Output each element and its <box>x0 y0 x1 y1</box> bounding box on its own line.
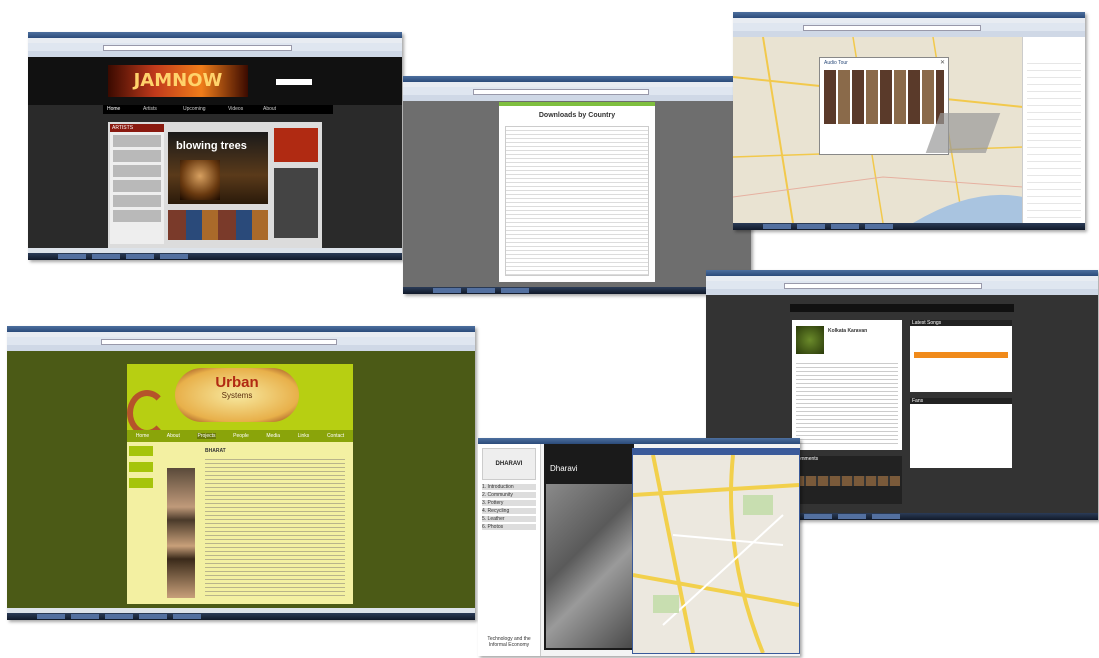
latest-songs-panel: Latest Songs <box>910 320 1012 392</box>
fans-panel: Fans <box>910 398 1012 468</box>
nav-about[interactable]: About <box>263 106 276 112</box>
body-text <box>205 456 345 596</box>
menu-people[interactable]: People <box>233 433 249 439</box>
comments-panel: Comments <box>792 456 902 504</box>
screenshot-urban: Urban Systems Home About Projects People… <box>7 326 475 620</box>
menu-links[interactable]: Links <box>298 433 310 439</box>
screenshot-dharavi: DHARAVI 1. Introduction 2. Community 3. … <box>478 438 800 656</box>
artist-photo <box>796 326 824 354</box>
footer-text: Technology and the Informal Economy <box>487 636 531 648</box>
dharavi-logo: DHARAVI <box>482 448 536 480</box>
left-menu-item[interactable] <box>129 446 153 456</box>
jamnow-content: ARTISTS blowing trees <box>108 122 322 248</box>
logo-systems-text: Systems <box>221 391 253 400</box>
menu-projects[interactable]: Projects <box>197 433 216 439</box>
search-box[interactable] <box>276 79 312 85</box>
tab-strip <box>706 289 1098 295</box>
thumbnail-strip <box>168 210 268 240</box>
sidebar-item[interactable]: 1. Introduction <box>482 484 536 490</box>
left-menu-item[interactable] <box>129 462 153 472</box>
screenshot-map: Audio Tour ✕ <box>733 12 1085 230</box>
page-title: Dharavi <box>550 464 578 473</box>
urban-menu: Home About Projects People Media Links C… <box>127 430 353 442</box>
sidebar-item[interactable]: 6. Photos <box>482 524 536 530</box>
artist-row[interactable] <box>113 165 161 177</box>
profile-nav <box>790 304 1014 312</box>
taskbar <box>7 613 475 620</box>
menu-about[interactable]: About <box>167 433 180 439</box>
song-highlight[interactable] <box>914 352 1008 358</box>
sidebar-item[interactable]: 4. Recycling <box>482 508 536 514</box>
nav-videos[interactable]: Videos <box>228 106 243 112</box>
tab-strip <box>7 345 475 351</box>
thumbnail-strip <box>794 476 900 486</box>
jamnow-header: JAMNOW <box>28 57 402 105</box>
nav-home[interactable]: Home <box>107 106 120 112</box>
left-menu <box>129 446 153 506</box>
artist-row[interactable] <box>113 195 161 207</box>
sidebar-item[interactable]: 2. Community <box>482 492 536 498</box>
street-map <box>633 455 799 653</box>
nav-artists[interactable]: Artists <box>143 106 157 112</box>
sidebar-item[interactable]: 3. Pottery <box>482 500 536 506</box>
menu-contact[interactable]: Contact <box>327 433 344 439</box>
urban-logo: Urban Systems <box>175 368 299 422</box>
profile-card: Kolkata Karavan <box>792 320 902 450</box>
bio-text <box>796 360 898 444</box>
logo-text: DHARAVI <box>495 461 523 467</box>
promo-box[interactable] <box>274 168 318 238</box>
promo-box[interactable] <box>274 128 318 162</box>
artist-row[interactable] <box>113 210 161 222</box>
artist-name: Kolkata Karavan <box>828 328 868 334</box>
artist-row[interactable] <box>113 150 161 162</box>
urban-page: Urban Systems Home About Projects People… <box>127 364 353 604</box>
dharavi-sidebar: DHARAVI 1. Introduction 2. Community 3. … <box>478 444 541 656</box>
report-title: Downloads by Country <box>538 112 616 119</box>
map-sidebar <box>1022 37 1085 223</box>
section-heading: BHARAT <box>205 448 226 454</box>
screenshot-jamnow: JAMNOW Home Artists Upcoming Videos Abou… <box>28 32 402 260</box>
feature-banner[interactable]: blowing trees <box>168 132 268 204</box>
panel-heading: Latest Songs <box>910 320 1012 326</box>
taskbar <box>403 287 751 294</box>
logo-urban-text: Urban <box>215 374 259 391</box>
jamnow-nav: Home Artists Upcoming Videos About <box>103 105 333 114</box>
panel-heading: Fans <box>910 398 1012 404</box>
urban-header: Urban Systems <box>127 364 353 436</box>
photo-grid <box>824 70 944 124</box>
report-page: Downloads by Country <box>499 102 655 282</box>
report-table <box>505 126 649 276</box>
tab-strip <box>403 95 751 101</box>
sidebar: ARTISTS <box>110 124 164 244</box>
urban-body: BHARAT <box>127 442 353 604</box>
sidebar-list <box>1027 57 1081 219</box>
panel-heading: Comments <box>794 456 819 462</box>
banner-text: blowing trees <box>176 140 247 152</box>
aerial-photo <box>546 484 632 648</box>
artist-row[interactable] <box>113 180 161 192</box>
map-canvas[interactable]: Audio Tour ✕ <box>733 37 1023 223</box>
map-window[interactable] <box>632 448 800 654</box>
popup-title: Audio Tour <box>824 60 848 66</box>
jamnow-logo: JAMNOW <box>108 65 248 97</box>
logo-text: JAMNOW <box>133 70 223 91</box>
nav-upcoming[interactable]: Upcoming <box>183 106 206 112</box>
guitarist-image <box>180 160 220 200</box>
report-accent <box>499 102 655 106</box>
dharavi-main: Dharavi <box>544 444 634 650</box>
left-menu-item[interactable] <box>129 478 153 488</box>
artist-row[interactable] <box>113 135 161 147</box>
taskbar <box>28 253 402 260</box>
sidebar-heading: ARTISTS <box>110 124 164 132</box>
taskbar <box>733 223 1085 230</box>
screenshot-downloads: Downloads by Country <box>403 76 751 294</box>
close-icon[interactable]: ✕ <box>940 59 945 66</box>
photo-column <box>167 468 195 598</box>
menu-home[interactable]: Home <box>136 433 149 439</box>
menu-media[interactable]: Media <box>266 433 280 439</box>
sidebar-item[interactable]: 5. Leather <box>482 516 536 522</box>
